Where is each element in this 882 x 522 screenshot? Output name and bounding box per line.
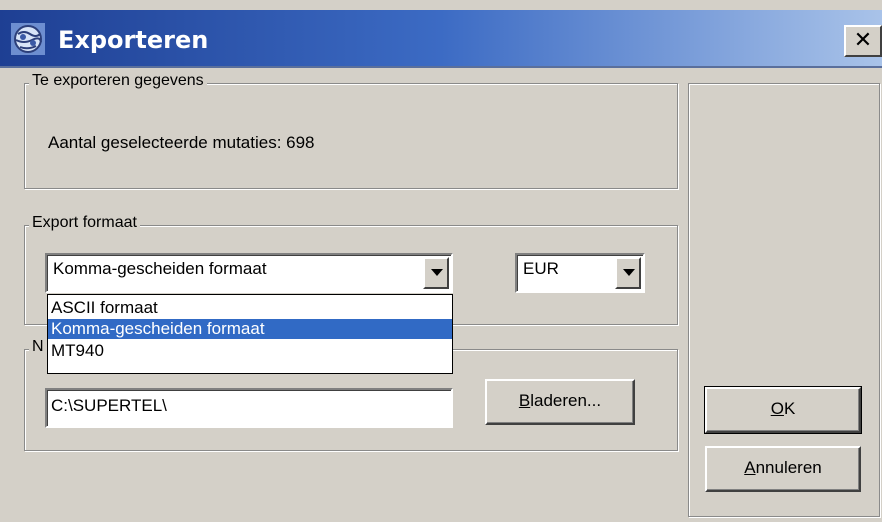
browse-button-label: Bladeren... [518, 391, 602, 410]
browse-button[interactable]: Bladeren... [485, 379, 635, 425]
cancel-button[interactable]: Annuleren [705, 446, 861, 492]
cancel-button-label: Annuleren [744, 458, 822, 477]
export-path-input[interactable]: C:\SUPERTEL\ [45, 388, 453, 428]
currency-select[interactable]: EUR [515, 253, 645, 293]
export-data-group-label: Te exporteren gegevens [29, 72, 207, 90]
currency-select-value: EUR [523, 259, 559, 278]
close-icon: ✕ [853, 28, 873, 53]
format-dropdown-list[interactable]: ASCII formaat Komma-gescheiden formaat M… [47, 294, 453, 374]
format-select-value: Komma-gescheiden formaat [53, 259, 267, 278]
window-title: Exporteren [58, 26, 209, 54]
format-option-ascii[interactable]: ASCII formaat [48, 298, 452, 318]
format-option-mt940[interactable]: MT940 [48, 341, 452, 361]
close-button[interactable]: ✕ [844, 25, 882, 57]
export-format-group-label: Export formaat [29, 214, 140, 232]
format-dropdown-button[interactable] [423, 257, 449, 289]
app-globe-icon [10, 22, 46, 56]
selected-mutations-count: Aantal geselecteerde mutaties: 698 [48, 133, 315, 152]
chevron-down-icon [431, 269, 443, 276]
ok-button[interactable]: OK [704, 386, 862, 434]
chevron-down-icon [623, 269, 635, 276]
export-path-group-label: N [29, 338, 47, 356]
format-select[interactable]: Komma-gescheiden formaat [45, 253, 453, 293]
title-bar[interactable]: Exporteren ✕ [0, 10, 882, 68]
format-option-comma[interactable]: Komma-gescheiden formaat [48, 319, 452, 339]
currency-dropdown-button[interactable] [615, 257, 641, 289]
export-path-value: C:\SUPERTEL\ [51, 396, 167, 415]
ok-button-label: OK [770, 399, 796, 418]
